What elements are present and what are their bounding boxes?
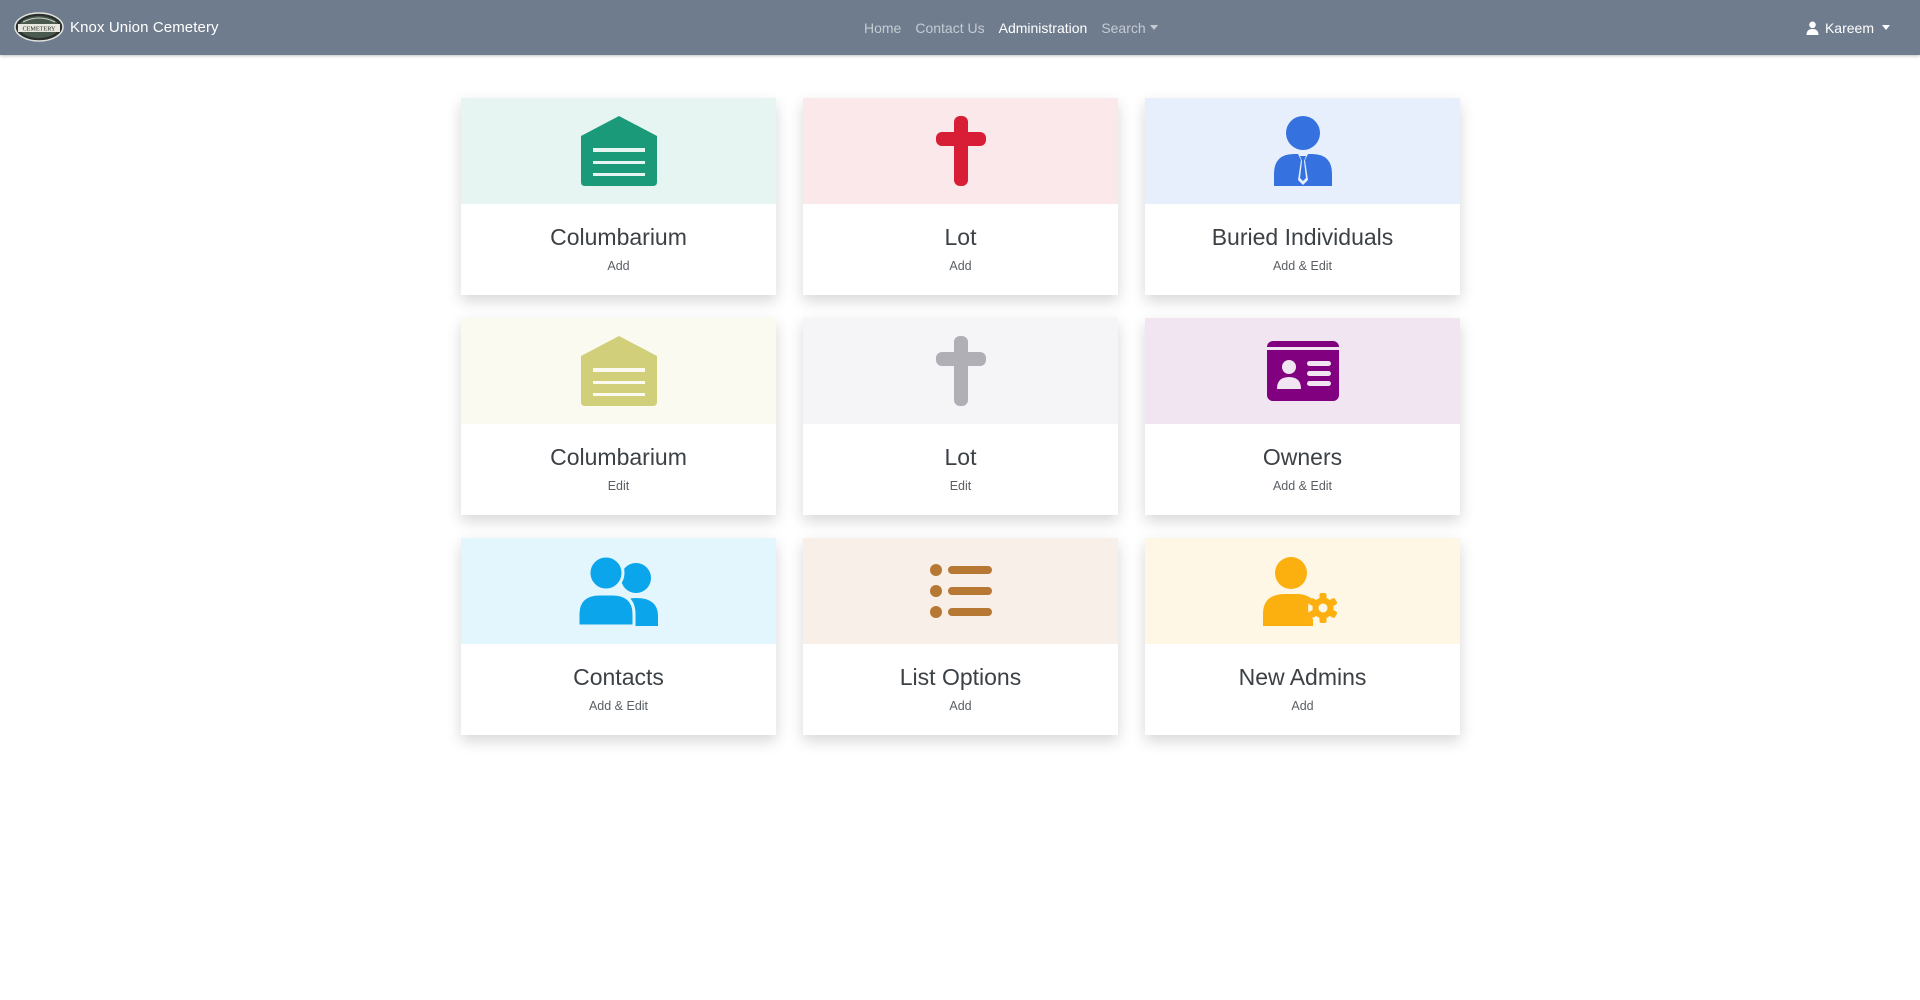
user-gear-icon xyxy=(1262,557,1338,626)
card-icon-area xyxy=(461,538,776,644)
nav-search-dropdown[interactable]: Search xyxy=(1101,19,1158,36)
card-lot-add[interactable]: Lot Add xyxy=(803,98,1118,295)
card-lot-edit[interactable]: Lot Edit xyxy=(803,318,1118,515)
card-subtitle: Edit xyxy=(607,479,630,493)
card-icon-area xyxy=(1145,98,1460,204)
cross-icon xyxy=(935,116,986,186)
card-icon-area xyxy=(461,318,776,424)
card-title: List Options xyxy=(899,664,1022,690)
card-columbarium-edit[interactable]: Columbarium Edit xyxy=(461,318,776,515)
columbarium-icon xyxy=(580,336,657,406)
card-icon-area xyxy=(1145,318,1460,424)
card-subtitle: Add & Edit xyxy=(588,699,649,713)
card-subtitle: Add xyxy=(949,259,972,273)
main-nav: Home Contact Us Administration Search xyxy=(864,0,1172,55)
card-new-admins[interactable]: New Admins Add xyxy=(1145,538,1460,735)
card-icon-area xyxy=(803,538,1118,644)
card-columbarium-add[interactable]: Columbarium Add xyxy=(461,98,776,295)
user-icon xyxy=(1806,21,1819,35)
user-menu-dropdown[interactable]: Kareem xyxy=(1806,0,1890,55)
card-owners[interactable]: Owners Add & Edit xyxy=(1145,318,1460,515)
card-title: Columbarium xyxy=(550,444,687,470)
card-title: Lot xyxy=(944,444,977,470)
card-subtitle: Add xyxy=(1291,699,1314,713)
brand-link[interactable]: CEMETERY Knox Union Cemetery xyxy=(14,10,219,44)
chevron-down-icon xyxy=(1149,24,1158,30)
card-title: Buried Individuals xyxy=(1211,224,1394,250)
cross-icon xyxy=(935,336,986,406)
card-title: Owners xyxy=(1262,444,1343,470)
person-tie-icon xyxy=(1273,116,1332,186)
chevron-down-icon xyxy=(1882,25,1890,30)
id-card-icon xyxy=(1266,341,1339,401)
card-title: Lot xyxy=(944,224,977,250)
card-icon-area xyxy=(1145,538,1460,644)
card-buried-individuals[interactable]: Buried Individuals Add & Edit xyxy=(1145,98,1460,295)
card-title: Contacts xyxy=(573,664,664,690)
users-icon xyxy=(577,556,658,626)
nav-contact-us[interactable]: Contact Us xyxy=(915,20,984,36)
nav-administration[interactable]: Administration xyxy=(999,20,1088,36)
card-subtitle: Add xyxy=(949,699,972,713)
list-icon xyxy=(929,564,992,618)
card-subtitle: Add & Edit xyxy=(1272,479,1333,493)
card-icon-area xyxy=(803,98,1118,204)
card-title: New Admins xyxy=(1238,664,1367,690)
card-title: Columbarium xyxy=(550,224,687,250)
card-contacts[interactable]: Contacts Add & Edit xyxy=(461,538,776,735)
top-navbar: CEMETERY Knox Union Cemetery Home Contac… xyxy=(0,0,1920,55)
card-icon-area xyxy=(803,318,1118,424)
card-icon-area xyxy=(461,98,776,204)
nav-search-label: Search xyxy=(1101,19,1146,36)
nav-home[interactable]: Home xyxy=(864,20,901,36)
card-list-options[interactable]: List Options Add xyxy=(803,538,1118,735)
columbarium-icon xyxy=(580,116,657,186)
brand-title: Knox Union Cemetery xyxy=(70,18,219,36)
card-subtitle: Add & Edit xyxy=(1272,259,1333,273)
admin-card-grid: Columbarium Add Lot Add Buried Individua… xyxy=(461,98,1460,735)
user-name: Kareem xyxy=(1824,19,1874,36)
svg-text:CEMETERY: CEMETERY xyxy=(22,26,56,33)
card-subtitle: Edit xyxy=(949,479,972,493)
card-subtitle: Add xyxy=(607,259,630,273)
cemetery-logo-icon: CEMETERY xyxy=(14,12,64,42)
